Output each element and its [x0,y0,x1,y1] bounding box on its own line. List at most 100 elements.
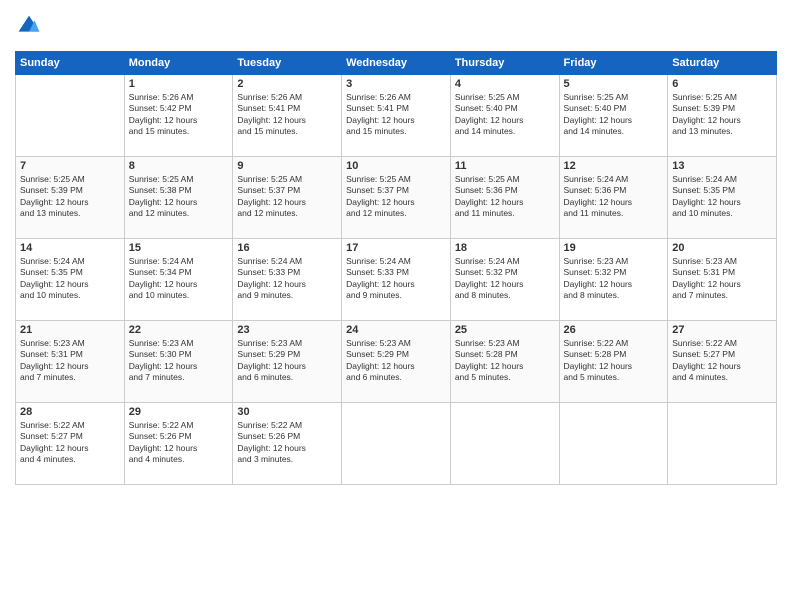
logo [15,14,43,43]
cell-date-number: 8 [129,160,229,172]
calendar-cell: 15 Sunrise: 5:24 AM Sunset: 5:34 PM Dayli… [124,239,233,321]
calendar-cell: 13 Sunrise: 5:24 AM Sunset: 5:35 PM Dayli… [668,157,777,239]
cell-daylight-info: Sunrise: 5:26 AM Sunset: 5:41 PM Dayligh… [346,92,446,138]
cell-date-number: 16 [237,242,337,254]
cell-date-number: 21 [20,324,120,336]
cell-daylight-info: Sunrise: 5:24 AM Sunset: 5:35 PM Dayligh… [20,256,120,302]
cell-daylight-info: Sunrise: 5:25 AM Sunset: 5:37 PM Dayligh… [346,174,446,220]
cell-date-number: 28 [20,406,120,418]
day-header-tuesday: Tuesday [233,52,342,75]
cell-daylight-info: Sunrise: 5:23 AM Sunset: 5:31 PM Dayligh… [20,338,120,384]
calendar-cell [342,403,451,485]
calendar-cell: 6 Sunrise: 5:25 AM Sunset: 5:39 PM Daylig… [668,75,777,157]
calendar-cell: 18 Sunrise: 5:24 AM Sunset: 5:32 PM Dayli… [450,239,559,321]
cell-date-number: 24 [346,324,446,336]
cell-date-number: 27 [672,324,772,336]
cell-daylight-info: Sunrise: 5:24 AM Sunset: 5:35 PM Dayligh… [672,174,772,220]
calendar-cell: 28 Sunrise: 5:22 AM Sunset: 5:27 PM Dayli… [16,403,125,485]
cell-date-number: 30 [237,406,337,418]
day-header-thursday: Thursday [450,52,559,75]
page-container: SundayMondayTuesdayWednesdayThursdayFrid… [0,0,792,612]
cell-date-number: 2 [237,78,337,90]
cell-daylight-info: Sunrise: 5:24 AM Sunset: 5:33 PM Dayligh… [237,256,337,302]
cell-date-number: 20 [672,242,772,254]
calendar-cell [450,403,559,485]
day-header-sunday: Sunday [16,52,125,75]
calendar-cell: 5 Sunrise: 5:25 AM Sunset: 5:40 PM Daylig… [559,75,668,157]
cell-date-number: 22 [129,324,229,336]
day-header-wednesday: Wednesday [342,52,451,75]
cell-date-number: 13 [672,160,772,172]
cell-date-number: 25 [455,324,555,336]
calendar-cell: 14Sunrise: 5:24 AM Sunset: 5:35 PM Dayli… [16,239,125,321]
cell-date-number: 17 [346,242,446,254]
cell-date-number: 6 [672,78,772,90]
calendar-cell: 26 Sunrise: 5:22 AM Sunset: 5:28 PM Dayli… [559,321,668,403]
cell-date-number: 12 [564,160,664,172]
calendar-cell: 22 Sunrise: 5:23 AM Sunset: 5:30 PM Dayli… [124,321,233,403]
cell-date-number: 9 [237,160,337,172]
calendar-cell [559,403,668,485]
cell-daylight-info: Sunrise: 5:24 AM Sunset: 5:33 PM Dayligh… [346,256,446,302]
cell-daylight-info: Sunrise: 5:25 AM Sunset: 5:40 PM Dayligh… [455,92,555,138]
calendar-week-3: 14Sunrise: 5:24 AM Sunset: 5:35 PM Dayli… [16,239,777,321]
calendar-cell: 16 Sunrise: 5:24 AM Sunset: 5:33 PM Dayli… [233,239,342,321]
cell-daylight-info: Sunrise: 5:24 AM Sunset: 5:34 PM Dayligh… [129,256,229,302]
page-header [15,10,777,43]
cell-daylight-info: Sunrise: 5:24 AM Sunset: 5:32 PM Dayligh… [455,256,555,302]
cell-date-number: 5 [564,78,664,90]
logo-icon [17,14,41,38]
calendar-cell: 10 Sunrise: 5:25 AM Sunset: 5:37 PM Dayli… [342,157,451,239]
cell-date-number: 11 [455,160,555,172]
cell-daylight-info: Sunrise: 5:22 AM Sunset: 5:27 PM Dayligh… [20,420,120,466]
cell-daylight-info: Sunrise: 5:25 AM Sunset: 5:38 PM Dayligh… [129,174,229,220]
calendar-header-row: SundayMondayTuesdayWednesdayThursdayFrid… [16,52,777,75]
calendar-cell: 9 Sunrise: 5:25 AM Sunset: 5:37 PM Daylig… [233,157,342,239]
cell-daylight-info: Sunrise: 5:25 AM Sunset: 5:37 PM Dayligh… [237,174,337,220]
cell-date-number: 18 [455,242,555,254]
day-header-saturday: Saturday [668,52,777,75]
calendar-cell: 4 Sunrise: 5:25 AM Sunset: 5:40 PM Daylig… [450,75,559,157]
calendar-cell [16,75,125,157]
cell-daylight-info: Sunrise: 5:22 AM Sunset: 5:27 PM Dayligh… [672,338,772,384]
cell-daylight-info: Sunrise: 5:23 AM Sunset: 5:31 PM Dayligh… [672,256,772,302]
calendar-table: SundayMondayTuesdayWednesdayThursdayFrid… [15,51,777,485]
cell-date-number: 15 [129,242,229,254]
cell-daylight-info: Sunrise: 5:25 AM Sunset: 5:36 PM Dayligh… [455,174,555,220]
calendar-cell: 2 Sunrise: 5:26 AM Sunset: 5:41 PM Daylig… [233,75,342,157]
cell-date-number: 7 [20,160,120,172]
calendar-cell: 11 Sunrise: 5:25 AM Sunset: 5:36 PM Dayli… [450,157,559,239]
cell-date-number: 23 [237,324,337,336]
cell-daylight-info: Sunrise: 5:22 AM Sunset: 5:28 PM Dayligh… [564,338,664,384]
day-header-monday: Monday [124,52,233,75]
cell-daylight-info: Sunrise: 5:25 AM Sunset: 5:39 PM Dayligh… [672,92,772,138]
cell-date-number: 26 [564,324,664,336]
cell-date-number: 19 [564,242,664,254]
calendar-week-4: 21 Sunrise: 5:23 AM Sunset: 5:31 PM Dayli… [16,321,777,403]
calendar-cell: 27 Sunrise: 5:22 AM Sunset: 5:27 PM Dayli… [668,321,777,403]
cell-date-number: 3 [346,78,446,90]
cell-daylight-info: Sunrise: 5:23 AM Sunset: 5:29 PM Dayligh… [237,338,337,384]
cell-daylight-info: Sunrise: 5:23 AM Sunset: 5:28 PM Dayligh… [455,338,555,384]
calendar-week-5: 28 Sunrise: 5:22 AM Sunset: 5:27 PM Dayli… [16,403,777,485]
cell-daylight-info: Sunrise: 5:26 AM Sunset: 5:41 PM Dayligh… [237,92,337,138]
cell-date-number: 4 [455,78,555,90]
cell-daylight-info: Sunrise: 5:22 AM Sunset: 5:26 PM Dayligh… [237,420,337,466]
calendar-week-1: 1 Sunrise: 5:26 AM Sunset: 5:42 PM Daylig… [16,75,777,157]
calendar-cell: 8 Sunrise: 5:25 AM Sunset: 5:38 PM Daylig… [124,157,233,239]
cell-daylight-info: Sunrise: 5:25 AM Sunset: 5:40 PM Dayligh… [564,92,664,138]
calendar-cell: 25 Sunrise: 5:23 AM Sunset: 5:28 PM Dayli… [450,321,559,403]
cell-daylight-info: Sunrise: 5:23 AM Sunset: 5:32 PM Dayligh… [564,256,664,302]
calendar-cell: 20 Sunrise: 5:23 AM Sunset: 5:31 PM Dayli… [668,239,777,321]
cell-daylight-info: Sunrise: 5:25 AM Sunset: 5:39 PM Dayligh… [20,174,120,220]
cell-daylight-info: Sunrise: 5:26 AM Sunset: 5:42 PM Dayligh… [129,92,229,138]
calendar-cell [668,403,777,485]
calendar-cell: 17 Sunrise: 5:24 AM Sunset: 5:33 PM Dayli… [342,239,451,321]
calendar-cell: 21 Sunrise: 5:23 AM Sunset: 5:31 PM Dayli… [16,321,125,403]
day-header-friday: Friday [559,52,668,75]
cell-daylight-info: Sunrise: 5:23 AM Sunset: 5:30 PM Dayligh… [129,338,229,384]
calendar-cell: 23 Sunrise: 5:23 AM Sunset: 5:29 PM Dayli… [233,321,342,403]
cell-date-number: 1 [129,78,229,90]
cell-date-number: 10 [346,160,446,172]
cell-date-number: 29 [129,406,229,418]
